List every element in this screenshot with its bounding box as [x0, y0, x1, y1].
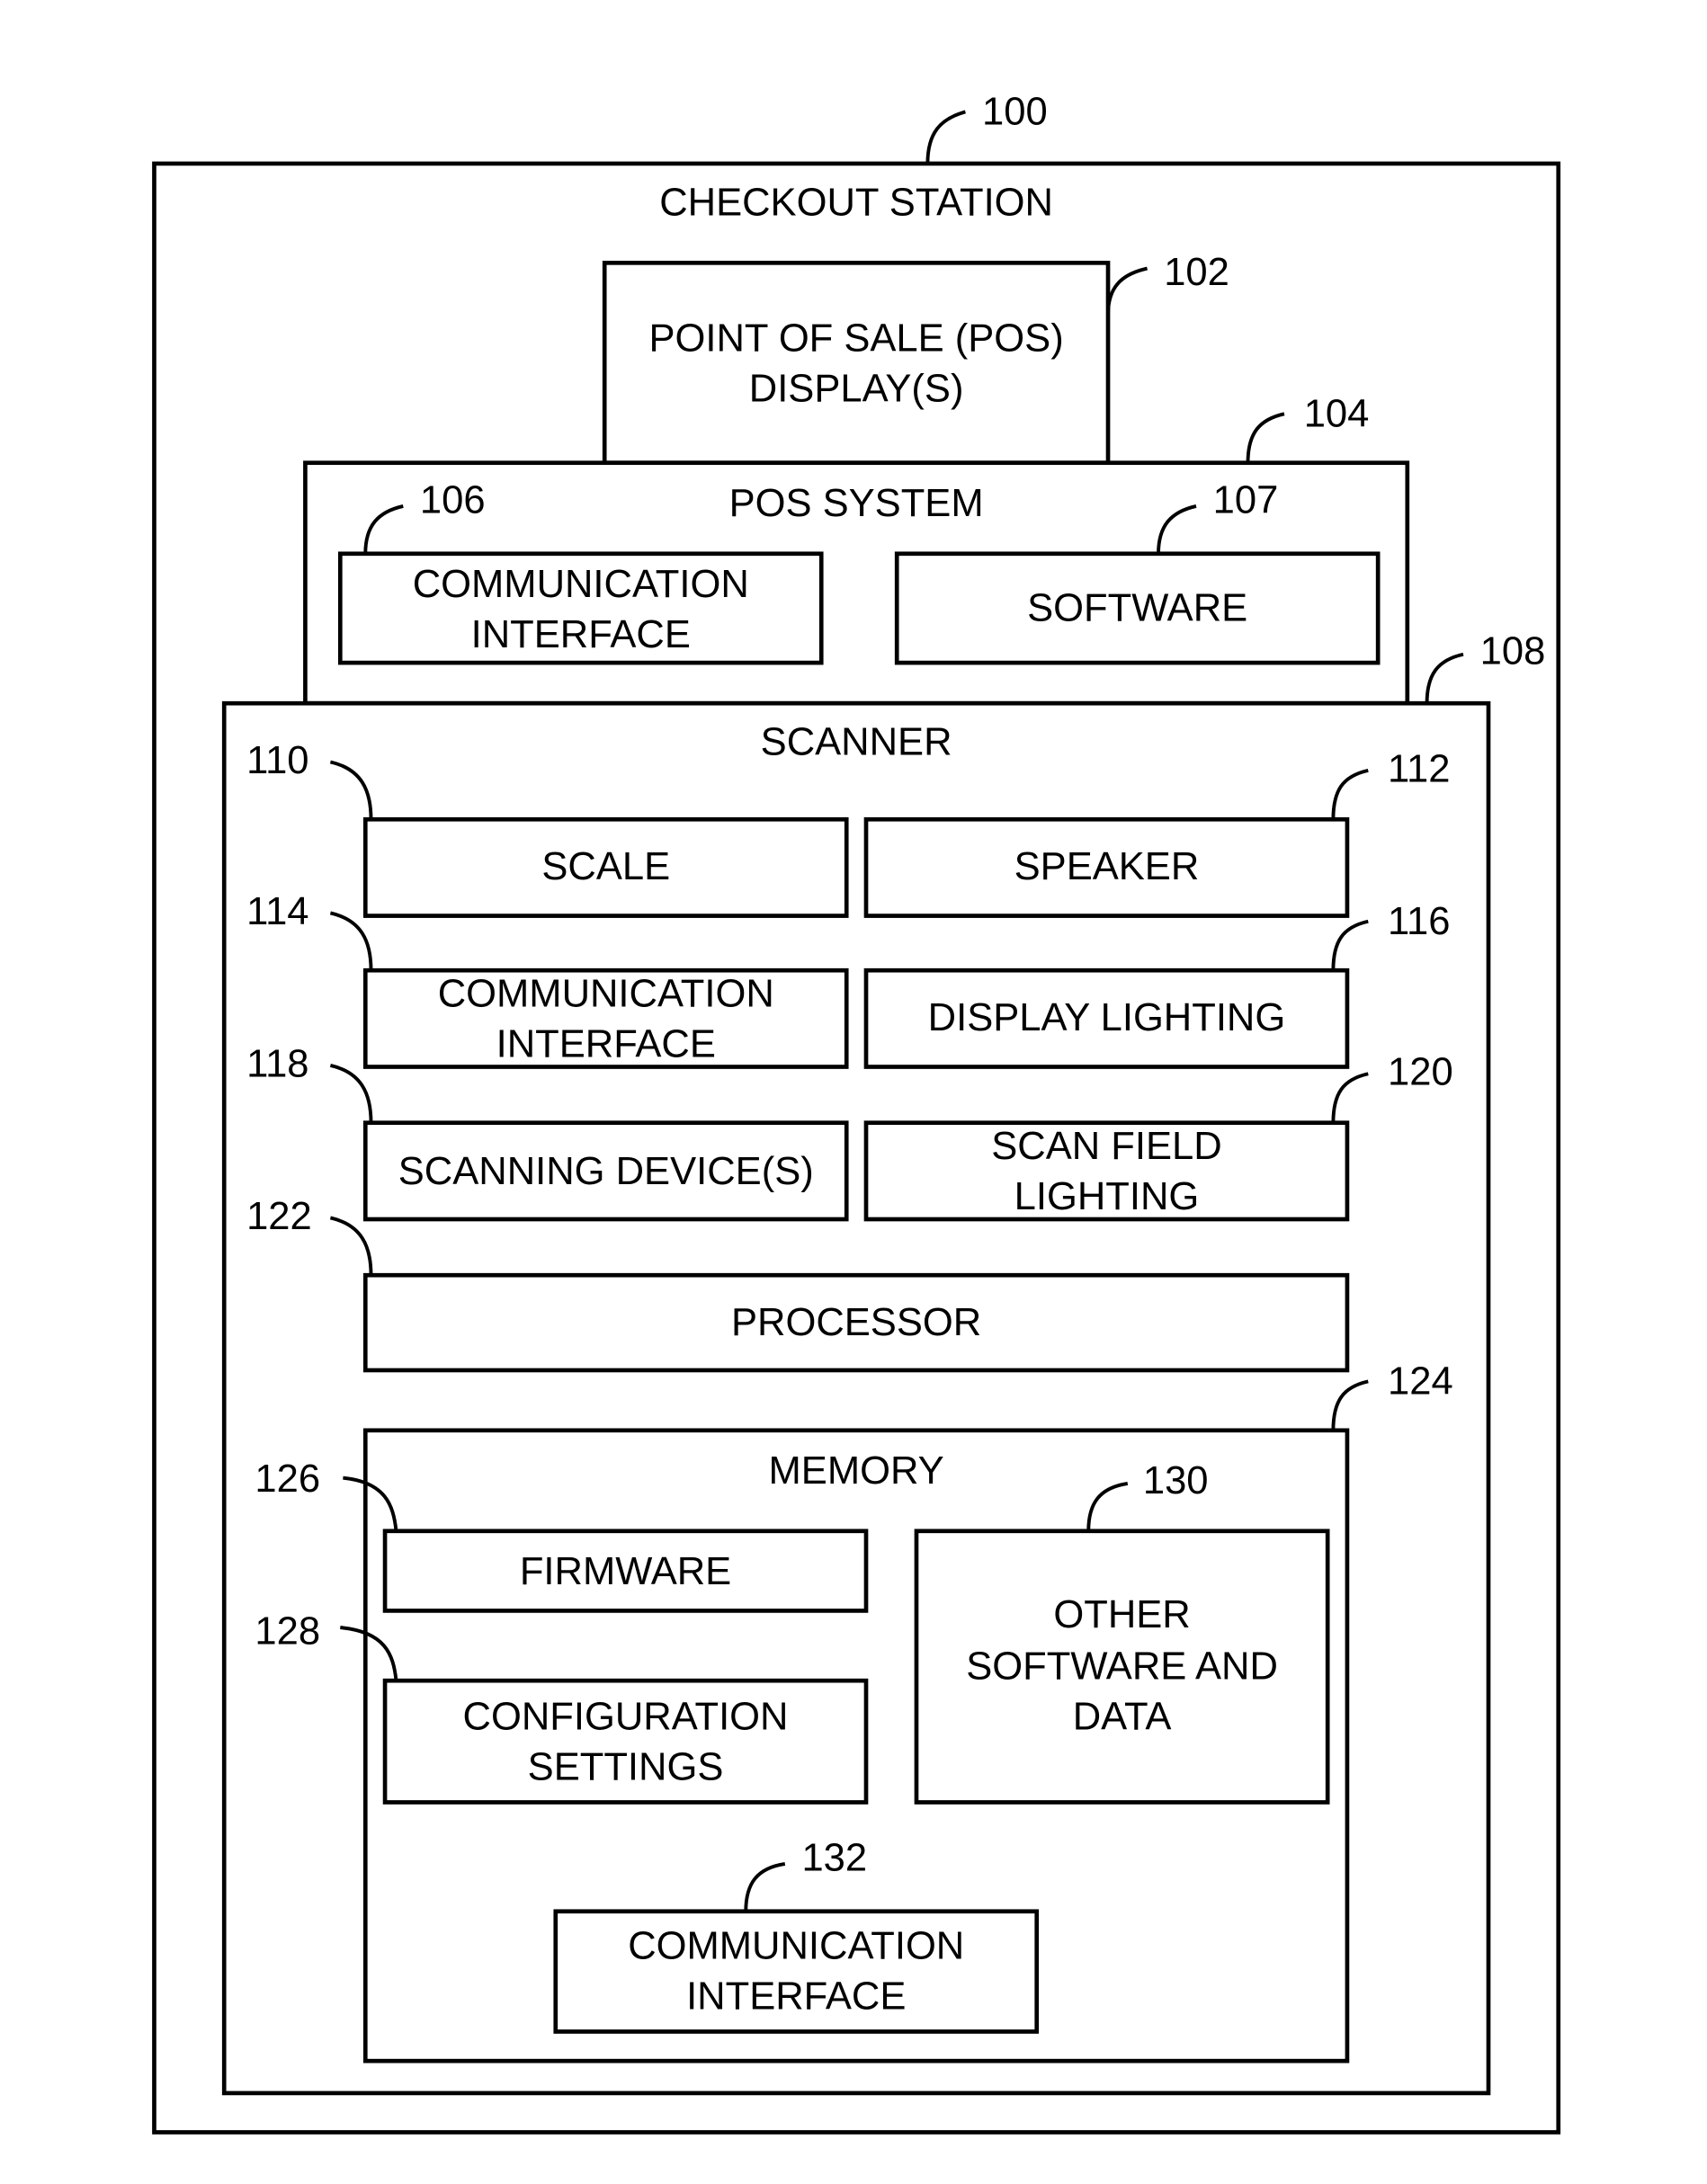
processor-label: PROCESSOR: [731, 1301, 981, 1344]
ref-100: 100: [982, 90, 1048, 133]
pos-display-line-2: DISPLAY(S): [749, 367, 964, 410]
block-diagram: CHECKOUT STATION 100 POINT OF SALE (POS)…: [152, 90, 1561, 2135]
ref-112: 112: [1388, 747, 1450, 790]
pos-system-title: POS SYSTEM: [729, 482, 984, 525]
ref-128: 128: [255, 1610, 320, 1654]
memory-communication-interface-line-1: COMMUNICATION: [628, 1925, 964, 1968]
scanner-title: SCANNER: [761, 721, 952, 764]
pos-communication-interface-line-2: INTERFACE: [471, 613, 691, 656]
display-lighting-label: DISPLAY LIGHTING: [928, 996, 1286, 1039]
scanner-communication-interface-line-2: INTERFACE: [496, 1023, 716, 1066]
leader-100: [925, 110, 966, 164]
scanning-devices-label: SCANNING DEVICE(S): [398, 1150, 814, 1193]
pos-communication-interface-line-1: COMMUNICATION: [413, 563, 749, 606]
ref-106: 106: [420, 479, 486, 522]
checkout-station-title: CHECKOUT STATION: [659, 181, 1053, 224]
ref-108: 108: [1480, 630, 1546, 673]
configuration-settings-line-1: CONFIGURATION: [463, 1696, 789, 1739]
scan-field-lighting-line-1: SCAN FIELD: [991, 1125, 1221, 1168]
ref-132: 132: [801, 1837, 867, 1880]
ref-122: 122: [246, 1195, 312, 1238]
ref-130: 130: [1143, 1459, 1209, 1502]
scan-field-lighting-line-2: LIGHTING: [1014, 1175, 1200, 1218]
configuration-settings-line-2: SETTINGS: [528, 1746, 724, 1789]
software-label: SOFTWARE: [1027, 586, 1247, 629]
speaker-label: SPEAKER: [1014, 845, 1200, 888]
ref-124: 124: [1388, 1359, 1453, 1403]
pos-display-line-1: POINT OF SALE (POS): [649, 316, 1064, 360]
ref-126: 126: [255, 1457, 320, 1501]
memory-title: MEMORY: [769, 1449, 944, 1493]
ref-107: 107: [1213, 479, 1279, 522]
ref-120: 120: [1388, 1051, 1453, 1094]
scanner-communication-interface-line-1: COMMUNICATION: [438, 973, 774, 1016]
ref-114: 114: [246, 890, 308, 933]
other-software-and-data-line-2: SOFTWARE AND: [966, 1645, 1278, 1689]
ref-102: 102: [1164, 251, 1229, 294]
scale-label: SCALE: [541, 845, 670, 888]
ref-110: 110: [246, 739, 308, 782]
other-software-and-data-line-1: OTHER: [1053, 1593, 1190, 1636]
ref-118: 118: [246, 1042, 308, 1085]
pos-display-box: [602, 261, 1111, 466]
ref-104: 104: [1304, 392, 1370, 435]
memory-communication-interface-line-2: INTERFACE: [686, 1975, 906, 2019]
other-software-and-data-line-3: DATA: [1073, 1696, 1172, 1739]
firmware-label: FIRMWARE: [520, 1550, 731, 1593]
ref-116: 116: [1388, 900, 1450, 943]
